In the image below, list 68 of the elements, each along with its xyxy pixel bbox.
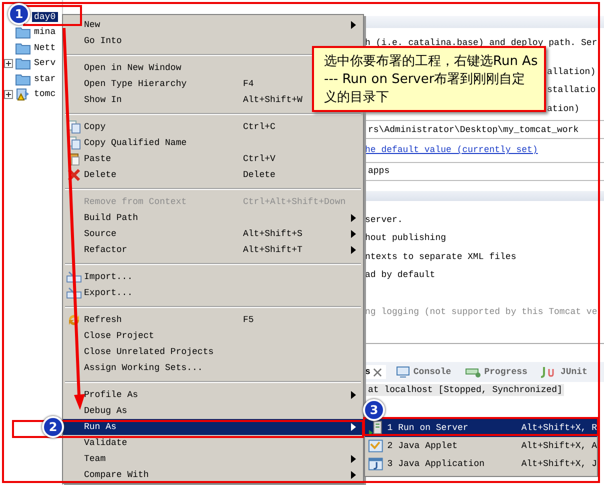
application-icon <box>368 456 384 472</box>
menu-item[interactable]: Close Project <box>63 328 363 344</box>
step-badge: 2 <box>42 416 64 438</box>
menu-item[interactable]: Source Alt+Shift+S <box>63 226 363 242</box>
applet-icon <box>368 438 384 454</box>
step-badge: 1 <box>8 3 30 25</box>
menu-item[interactable]: Assign Working Sets... <box>63 360 363 376</box>
progress-icon <box>465 366 482 378</box>
menu-item[interactable]: Paste Ctrl+V <box>63 151 363 167</box>
tree-item[interactable]: star <box>32 74 58 84</box>
option-text: hout publishing <box>365 233 446 244</box>
menu-item[interactable]: Delete Delete <box>63 167 363 183</box>
menu-item[interactable]: Compare With <box>63 467 363 483</box>
submenu-arrow-icon <box>351 391 356 399</box>
refresh-icon <box>66 313 80 327</box>
option-text: allation) <box>547 66 596 77</box>
path-field[interactable]: rs\Administrator\Desktop\my_tomcat_work <box>365 120 604 139</box>
menu-item[interactable]: Copy Ctrl+C <box>63 119 363 135</box>
view-tab[interactable]: Console <box>392 364 456 380</box>
tree-item[interactable]: tomc <box>32 89 58 100</box>
option-text: ad by default <box>365 270 436 280</box>
expand-icon[interactable] <box>4 90 13 99</box>
menu-item[interactable]: Close Unrelated Projects <box>63 344 363 360</box>
close-icon[interactable] <box>373 368 382 376</box>
option-text: server. <box>365 214 403 225</box>
view-tab[interactable]: Progress <box>461 364 532 380</box>
menu-item[interactable]: Import... <box>63 269 363 285</box>
tree-item[interactable]: Serv <box>32 58 58 68</box>
server-icon <box>368 420 384 436</box>
highlight-outline <box>23 5 82 26</box>
copy-icon <box>66 120 80 134</box>
folder-icon <box>15 40 31 55</box>
expand-icon[interactable] <box>4 58 13 68</box>
option-text: h (i.e. catalina.base) and deploy path. Ser <box>365 38 598 48</box>
tree-item[interactable]: day0 <box>32 12 58 22</box>
import-icon <box>66 271 82 283</box>
menu-item[interactable]: Team <box>63 451 363 467</box>
menu-item[interactable]: 2 Java Applet Alt+Shift+X, A <box>365 437 597 455</box>
menu-item[interactable]: Go Into <box>63 33 363 49</box>
menu-item[interactable]: Profile As <box>63 387 363 403</box>
tree-item[interactable]: Nett <box>32 42 58 53</box>
menu-item[interactable]: 3 Java Application Alt+Shift+X, J <box>365 455 597 473</box>
path-field[interactable]: apps <box>365 162 604 180</box>
callout-tooltip: 选中你要布署的工程，右键选Run As --- Run on Server布署到刚刚自定义的目录下 <box>312 46 546 112</box>
open-folder-icon <box>15 56 31 70</box>
default-value-link[interactable]: he default value (currently set) <box>365 145 538 156</box>
monitor-icon <box>396 366 410 378</box>
menu-item[interactable]: Export... <box>63 285 363 301</box>
option-text: ation) <box>547 104 580 114</box>
server-entry[interactable]: at localhost [Stopped, Synchronized] <box>366 384 564 396</box>
option-text: stallatio <box>547 85 596 96</box>
folder-icon <box>15 72 31 86</box>
tree-item[interactable]: mina <box>32 27 58 38</box>
menu-item[interactable]: Build Path <box>63 210 363 226</box>
menu-item[interactable]: Copy Qualified Name <box>63 135 363 151</box>
delete-icon <box>66 168 80 182</box>
menu-item[interactable]: Refactor Alt+Shift+T <box>63 242 363 258</box>
menu-item[interactable]: Debug As <box>63 403 363 419</box>
menu-item[interactable]: Validate <box>63 435 363 451</box>
option-text: ng logging (not supported by this Tomcat ve <box>365 306 598 317</box>
warning-project-icon <box>15 87 31 102</box>
option-text: ntexts to separate XML files <box>365 252 516 262</box>
menu-item[interactable]: New <box>63 17 363 33</box>
view-tab[interactable]: JUnit <box>537 364 592 380</box>
menu-item[interactable]: Refresh F5 <box>63 312 363 328</box>
submenu-arrow-icon <box>351 21 356 29</box>
export-icon <box>66 287 82 299</box>
submenu-arrow-icon <box>351 423 356 431</box>
